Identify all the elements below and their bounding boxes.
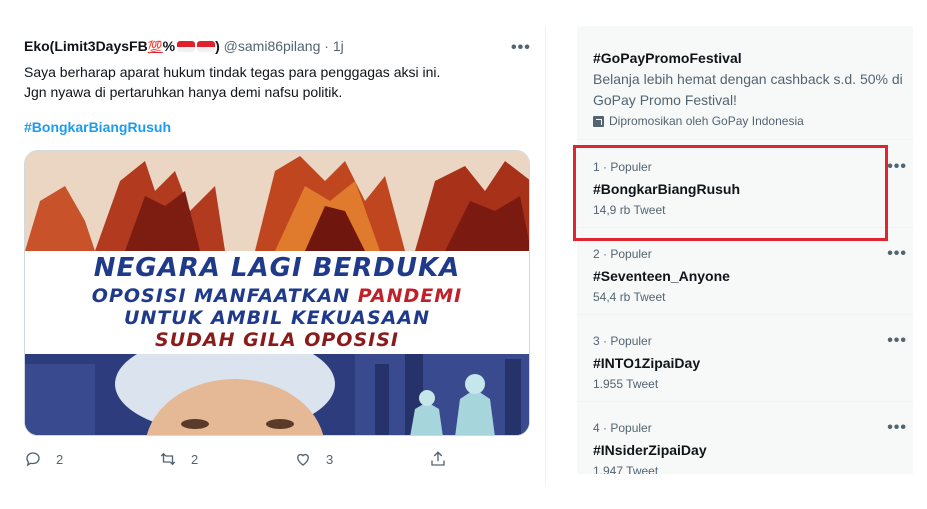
author-name[interactable]: Eko(Limit3DaysFB (24, 38, 148, 54)
author-name-suffix: % (162, 38, 176, 54)
trends-panel: #GoPayPromoFestival Belanja lebih hemat … (577, 26, 913, 474)
tweet-text: Saya berharap aparat hukum tindak tegas … (24, 62, 524, 102)
hundred-points-icon: 💯 (147, 40, 163, 54)
promoted-description: Belanja lebih hemat dengan cashback s.d.… (593, 71, 903, 108)
trend-count: 1.955 Tweet (593, 377, 659, 391)
author-name-close: ) (215, 38, 220, 54)
trend-item[interactable]: 4 · Populer #INsiderZipaiDay 1.947 Tweet… (577, 402, 913, 475)
trend-meta: 3 · Populer (593, 334, 652, 348)
more-options-icon[interactable]: ••• (511, 40, 531, 56)
trend-meta: 2 · Populer (593, 247, 652, 261)
reply-icon (26, 452, 40, 467)
tweet-text-line: Saya berharap aparat hukum tindak tegas … (24, 64, 441, 80)
reply-button[interactable]: 2 (24, 450, 63, 468)
tweet-hashtag-link[interactable]: #BongkarBiangRusuh (24, 119, 171, 135)
like-button[interactable]: 3 (294, 450, 333, 468)
image-headline-band: NEGARA LAGI BERDUKA OPOSISI MANFAATKAN P… (25, 251, 529, 354)
share-icon (431, 451, 445, 466)
trend-name[interactable]: #GoPayPromoFestival (593, 50, 742, 66)
trend-name[interactable]: #Seventeen_Anyone (593, 268, 730, 284)
image-health-worker-illustration (25, 354, 529, 435)
image-text-line: UNTUK AMBIL KEKUASAAN (124, 307, 430, 329)
tweet-image[interactable]: NEGARA LAGI BERDUKA OPOSISI MANFAATKAN P… (24, 150, 530, 436)
trend-name[interactable]: #INsiderZipaiDay (593, 442, 707, 458)
like-count: 3 (326, 451, 334, 467)
more-options-icon[interactable]: ••• (887, 159, 907, 175)
image-text-part: OPOSISI MANFAATKAN (91, 285, 358, 307)
retweet-button[interactable]: 2 (159, 450, 198, 468)
heart-icon (297, 453, 309, 466)
indonesia-flag-icon (177, 41, 196, 52)
trend-count: 1.947 Tweet (593, 464, 659, 474)
promoted-trend[interactable]: #GoPayPromoFestival Belanja lebih hemat … (577, 26, 913, 140)
highlight-box (573, 145, 888, 241)
retweet-count: 2 (191, 451, 199, 467)
promoted-by[interactable]: Dipromosikan oleh GoPay Indonesia (593, 114, 804, 128)
image-text-line: NEGARA LAGI BERDUKA (93, 253, 461, 283)
author-handle[interactable]: @sami86pilang (224, 38, 321, 54)
tweet-header: Eko(Limit3DaysFB💯%) @sami86pilang · 1j (24, 38, 344, 54)
trend-item[interactable]: 2 · Populer #Seventeen_Anyone 54,4 rb Tw… (577, 228, 913, 315)
promoted-by-label: Dipromosikan oleh GoPay Indonesia (609, 114, 804, 128)
separator-dot: · (324, 38, 329, 54)
share-button[interactable] (429, 450, 447, 468)
tweet-text-line: Jgn nyawa di pertaruhkan hanya demi nafs… (24, 84, 343, 100)
more-options-icon[interactable]: ••• (887, 246, 907, 262)
image-protest-illustration (25, 151, 529, 251)
trend-name[interactable]: #INTO1ZipaiDay (593, 355, 700, 371)
tweet-time[interactable]: 1j (333, 38, 344, 54)
promoted-icon (593, 115, 604, 127)
trend-item[interactable]: 3 · Populer #INTO1ZipaiDay 1.955 Tweet •… (577, 315, 913, 402)
image-text-line: OPOSISI MANFAATKAN PANDEMI (25, 285, 529, 307)
more-options-icon[interactable]: ••• (887, 333, 907, 349)
trend-meta: 4 · Populer (593, 421, 652, 435)
tweet-actions: 2 2 3 (24, 450, 454, 470)
image-text-highlight: PANDEMI (357, 285, 463, 307)
tweet-card[interactable]: Eko(Limit3DaysFB💯%) @sami86pilang · 1j •… (0, 26, 546, 484)
reply-count: 2 (56, 451, 64, 467)
more-options-icon[interactable]: ••• (887, 420, 907, 436)
trend-count: 54,4 rb Tweet (593, 290, 666, 304)
image-text-line: SUDAH GILA OPOSISI (155, 329, 399, 351)
indonesia-flag-icon (197, 41, 216, 52)
retweet-icon (160, 452, 176, 466)
